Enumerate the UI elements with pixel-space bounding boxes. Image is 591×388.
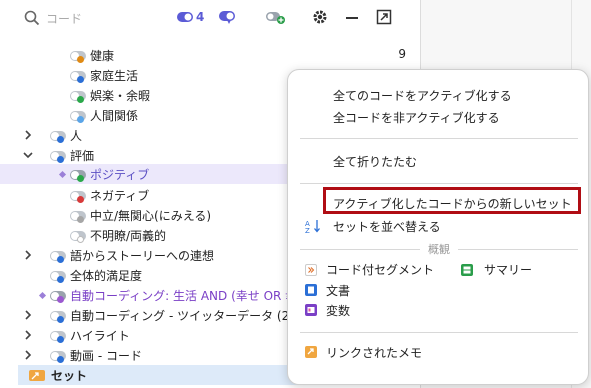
code-label: 評価	[70, 149, 95, 163]
menu-item-activate-all[interactable]: 全てのコードをアクティブ化する	[333, 87, 512, 104]
code-label: ポジティブ	[90, 168, 150, 182]
summary-icon	[461, 264, 473, 276]
minimize-icon[interactable]	[344, 9, 360, 25]
menu-item-deactivate-all[interactable]: 全コードを非アクティブ化する	[333, 109, 500, 126]
menu-separator	[458, 249, 578, 250]
variables-icon	[305, 304, 317, 316]
color-dot-icon	[57, 156, 64, 163]
sets-folder-icon	[29, 370, 45, 381]
color-dot-icon	[77, 56, 84, 63]
menu-separator	[300, 249, 420, 250]
coded-segments-icon	[305, 264, 317, 276]
undock-icon[interactable]	[376, 9, 392, 25]
menu-separator	[300, 138, 578, 139]
code-label: 娯楽・余暇	[90, 89, 151, 103]
code-label: 自動コーディング - ツイッターデータ (2	[70, 309, 290, 323]
code-label: 不明瞭/両義的	[90, 229, 167, 243]
active-marker-icon	[58, 170, 67, 179]
color-dot-icon	[77, 175, 84, 182]
code-label: 家庭生活	[90, 69, 139, 83]
code-label: 自動コーディング: 生活 AND (幸せ OR 幸	[70, 289, 298, 303]
chevron-right-icon[interactable]	[22, 349, 34, 361]
menu-item-new-set-from-active[interactable]: アクティブ化したコードからの新しいセット	[333, 195, 572, 212]
menu-item-collapse-all[interactable]: 全て折りたたむ	[333, 153, 417, 170]
menu-separator	[300, 332, 578, 333]
chevron-right-icon[interactable]	[22, 309, 34, 321]
toolbar: コード 4	[0, 0, 421, 36]
color-dot-icon	[57, 296, 64, 303]
color-dot-icon	[77, 216, 84, 223]
chevron-right-icon[interactable]	[22, 249, 34, 261]
code-label: ネガティブ	[90, 189, 150, 203]
code-label: 全体的満足度	[70, 269, 143, 283]
code-label: ハイライト	[70, 329, 130, 343]
svg-text:Z: Z	[305, 227, 310, 234]
filter-codes-icon[interactable]	[218, 9, 238, 25]
linked-memo-icon	[305, 346, 317, 358]
context-menu: 全てのコードをアクティブ化する 全コードを非アクティブ化する 全て折りたたむ ア…	[287, 69, 589, 385]
gear-icon[interactable]	[311, 9, 329, 25]
active-code-count: 4	[196, 10, 205, 24]
code-label: 健康	[90, 49, 115, 63]
activate-codes-icon[interactable]	[176, 9, 196, 25]
code-label: セット	[51, 369, 88, 383]
color-dot-icon	[77, 236, 84, 243]
menu-item-documents[interactable]: 文書	[326, 282, 350, 299]
chevron-right-icon[interactable]	[22, 129, 34, 141]
menu-separator	[300, 183, 578, 184]
code-label: 語からストーリーへの連想	[70, 249, 215, 263]
chevron-down-icon[interactable]	[22, 149, 34, 161]
color-dot-icon	[57, 136, 64, 143]
color-dot-icon	[57, 276, 64, 283]
menu-item-summary[interactable]: サマリー	[484, 261, 532, 278]
color-dot-icon	[77, 116, 84, 123]
active-marker-icon	[38, 291, 47, 300]
code-count: 9	[398, 47, 406, 61]
menu-item-variables[interactable]: 変数	[326, 302, 350, 319]
color-dot-icon	[57, 336, 64, 343]
color-dot-icon	[57, 356, 64, 363]
code-label: 人	[70, 129, 83, 143]
chevron-right-icon[interactable]	[22, 329, 34, 341]
menu-item-sort-sets[interactable]: セットを並べ替える	[333, 218, 441, 235]
menu-item-linked-memos[interactable]: リンクされたメモ	[326, 344, 422, 361]
new-code-icon[interactable]	[265, 9, 285, 25]
color-dot-icon	[77, 196, 84, 203]
color-dot-icon	[77, 96, 84, 103]
documents-icon	[305, 284, 317, 296]
code-label: 中立/無関心(にみえる)	[90, 209, 212, 223]
search-input[interactable]: コード	[46, 10, 82, 27]
overview-section-label: 概観	[428, 243, 450, 256]
tree-row[interactable]: 健康 9	[0, 45, 420, 65]
search-icon[interactable]	[24, 10, 40, 26]
color-dot-icon	[77, 76, 84, 83]
code-label: 人間関係	[90, 109, 139, 123]
sort-icon: A Z	[305, 220, 320, 234]
color-dot-icon	[57, 316, 64, 323]
color-dot-icon	[57, 256, 64, 263]
menu-item-coded-segments[interactable]: コード付セグメント	[326, 261, 434, 278]
code-label: 動画 - コード	[70, 349, 142, 363]
